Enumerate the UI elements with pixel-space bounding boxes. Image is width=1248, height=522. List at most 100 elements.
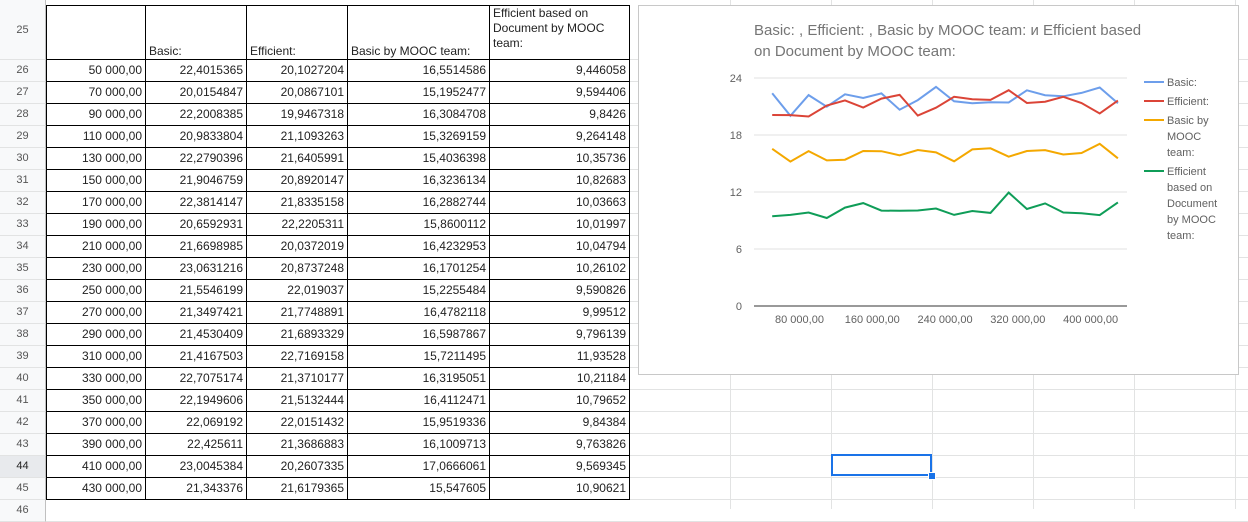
data-cell[interactable]: 16,5514586	[348, 60, 490, 82]
row-header[interactable]: 30	[0, 148, 46, 170]
data-cell[interactable]: 10,21184	[490, 368, 630, 390]
data-cell[interactable]: 90 000,00	[46, 104, 146, 126]
data-cell[interactable]: 15,9519336	[348, 412, 490, 434]
row-header[interactable]: 40	[0, 368, 46, 390]
data-cell[interactable]: 230 000,00	[46, 258, 146, 280]
row-header[interactable]: 37	[0, 302, 46, 324]
data-cell[interactable]: 9,590826	[490, 280, 630, 302]
data-cell[interactable]: 21,6179365	[247, 478, 348, 500]
data-cell[interactable]: 21,5546199	[146, 280, 247, 302]
data-cell[interactable]: 20,6592931	[146, 214, 247, 236]
data-cell[interactable]: 16,4112471	[348, 390, 490, 412]
data-cell[interactable]: 9,594406	[490, 82, 630, 104]
data-cell[interactable]: 21,343376	[146, 478, 247, 500]
data-cell[interactable]: 23,0631216	[146, 258, 247, 280]
row-header[interactable]: 32	[0, 192, 46, 214]
data-cell[interactable]: 15,4036398	[348, 148, 490, 170]
data-cell[interactable]: 21,3710177	[247, 368, 348, 390]
data-cell[interactable]: 21,1093263	[247, 126, 348, 148]
data-cell[interactable]: 21,6405991	[247, 148, 348, 170]
data-cell[interactable]: 22,4015365	[146, 60, 247, 82]
data-cell[interactable]: 10,03663	[490, 192, 630, 214]
data-cell[interactable]: 21,4530409	[146, 324, 247, 346]
data-cell[interactable]: 290 000,00	[46, 324, 146, 346]
fill-handle[interactable]	[928, 472, 936, 480]
data-cell[interactable]: 9,84384	[490, 412, 630, 434]
data-cell[interactable]: 170 000,00	[46, 192, 146, 214]
data-cell[interactable]: 10,35736	[490, 148, 630, 170]
data-cell[interactable]: 430 000,00	[46, 478, 146, 500]
data-cell[interactable]: 22,425611	[146, 434, 247, 456]
data-cell[interactable]: 20,0867101	[247, 82, 348, 104]
data-cell[interactable]: 10,01997	[490, 214, 630, 236]
data-cell[interactable]: 410 000,00	[46, 456, 146, 478]
data-cell[interactable]: 9,99512	[490, 302, 630, 324]
data-cell[interactable]: 21,9046759	[146, 170, 247, 192]
data-cell[interactable]: 15,8600112	[348, 214, 490, 236]
header-cell-a[interactable]	[46, 5, 146, 60]
data-cell[interactable]: 19,9467318	[247, 104, 348, 126]
data-cell[interactable]: 21,4167503	[146, 346, 247, 368]
data-cell[interactable]: 20,2607335	[247, 456, 348, 478]
data-cell[interactable]: 10,04794	[490, 236, 630, 258]
data-cell[interactable]: 22,0151432	[247, 412, 348, 434]
row-header[interactable]: 44	[0, 456, 46, 478]
data-cell[interactable]: 22,7075174	[146, 368, 247, 390]
data-cell[interactable]: 15,2255484	[348, 280, 490, 302]
row-header[interactable]: 27	[0, 82, 46, 104]
data-cell[interactable]: 21,5132444	[247, 390, 348, 412]
data-cell[interactable]: 20,8920147	[247, 170, 348, 192]
data-cell[interactable]: 330 000,00	[46, 368, 146, 390]
row-header[interactable]: 31	[0, 170, 46, 192]
row-header[interactable]: 46	[0, 500, 46, 522]
header-cell-c[interactable]: Efficient:	[247, 5, 348, 60]
data-cell[interactable]: 70 000,00	[46, 82, 146, 104]
row-header[interactable]: 35	[0, 258, 46, 280]
data-cell[interactable]: 20,0372019	[247, 236, 348, 258]
data-cell[interactable]: 15,547605	[348, 478, 490, 500]
data-cell[interactable]: 21,6893329	[247, 324, 348, 346]
data-cell[interactable]: 20,8737248	[247, 258, 348, 280]
data-cell[interactable]: 50 000,00	[46, 60, 146, 82]
line-chart[interactable]: Basic: , Efficient: , Basic by MOOC team…	[638, 5, 1239, 375]
data-cell[interactable]: 21,3686883	[247, 434, 348, 456]
data-cell[interactable]: 16,3195051	[348, 368, 490, 390]
data-cell[interactable]: 110 000,00	[46, 126, 146, 148]
data-cell[interactable]: 350 000,00	[46, 390, 146, 412]
data-cell[interactable]: 22,069192	[146, 412, 247, 434]
row-header[interactable]: 45	[0, 478, 46, 500]
data-cell[interactable]: 310 000,00	[46, 346, 146, 368]
data-cell[interactable]: 9,796139	[490, 324, 630, 346]
data-cell[interactable]: 20,9833804	[146, 126, 247, 148]
data-cell[interactable]: 15,1952477	[348, 82, 490, 104]
data-cell[interactable]: 16,3084708	[348, 104, 490, 126]
row-header[interactable]: 42	[0, 412, 46, 434]
data-cell[interactable]: 16,4782118	[348, 302, 490, 324]
row-header[interactable]: 38	[0, 324, 46, 346]
data-cell[interactable]: 9,446058	[490, 60, 630, 82]
data-cell[interactable]: 22,019037	[247, 280, 348, 302]
row-header[interactable]: 41	[0, 390, 46, 412]
data-cell[interactable]: 23,0045384	[146, 456, 247, 478]
data-cell[interactable]: 150 000,00	[46, 170, 146, 192]
data-cell[interactable]: 22,2008385	[146, 104, 247, 126]
data-cell[interactable]: 9,264148	[490, 126, 630, 148]
selected-cell[interactable]	[831, 454, 932, 476]
data-cell[interactable]: 210 000,00	[46, 236, 146, 258]
data-cell[interactable]: 390 000,00	[46, 434, 146, 456]
data-cell[interactable]: 130 000,00	[46, 148, 146, 170]
row-header[interactable]: 29	[0, 126, 46, 148]
row-header[interactable]: 25	[0, 0, 46, 60]
data-cell[interactable]: 10,90621	[490, 478, 630, 500]
header-cell-e[interactable]: Efficient based on Document by MOOC team…	[490, 5, 630, 60]
header-cell-d[interactable]: Basic by MOOC team:	[348, 5, 490, 60]
data-cell[interactable]: 22,1949606	[146, 390, 247, 412]
data-cell[interactable]: 16,5987867	[348, 324, 490, 346]
row-header[interactable]: 26	[0, 60, 46, 82]
data-cell[interactable]: 15,7211495	[348, 346, 490, 368]
data-cell[interactable]: 270 000,00	[46, 302, 146, 324]
data-cell[interactable]: 21,3497421	[146, 302, 247, 324]
data-cell[interactable]: 190 000,00	[46, 214, 146, 236]
data-cell[interactable]: 16,1009713	[348, 434, 490, 456]
header-cell-b[interactable]: Basic:	[146, 5, 247, 60]
